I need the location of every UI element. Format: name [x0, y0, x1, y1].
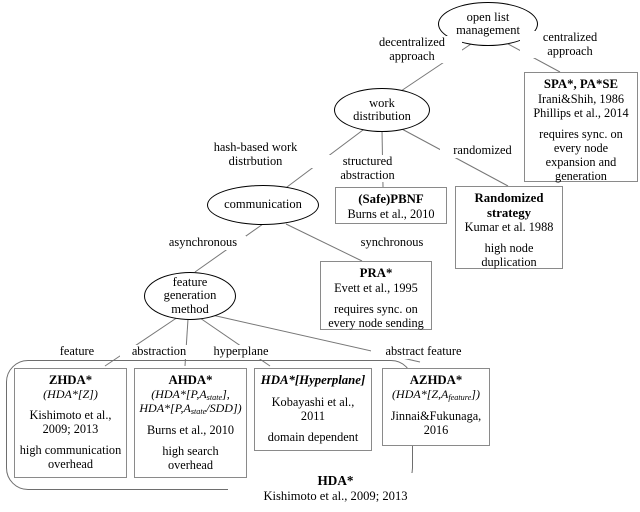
edge-label-structured-line2: abstraction	[340, 167, 395, 182]
box-zhda-note2: overhead	[47, 457, 94, 472]
box-hyperplane-ref1: Kobayashi et al.,	[271, 394, 355, 409]
box-azhda-alias-pre: (HDA*[Z,A	[392, 386, 449, 401]
box-zhda-alias: (HDA*[Z])	[43, 386, 98, 401]
box-zhda-ref1: Kishimoto et al.,	[29, 408, 112, 423]
box-azhda-ref1: Jinnai&Fukunaga,	[390, 408, 482, 423]
box-ahda-alias-post1: ],	[222, 386, 230, 401]
box-randomized-strategy[interactable]: Randomized strategy Kumar et al. 1988 hi…	[455, 186, 563, 269]
box-spa-note4: generation	[555, 168, 607, 183]
edge-label-centralized-line1: centralized	[542, 30, 598, 44]
hda-group-title: HDA*	[317, 473, 354, 488]
box-ahda-alias-pre1: (HDA*[P,A	[151, 386, 207, 401]
box-safe-pbnf[interactable]: (Safe)PBNF Burns et al., 2010	[335, 187, 447, 224]
hda-group-label: HDA* Kishimoto et al., 2009; 2013	[228, 473, 443, 504]
edge-label-structured-abstraction: structured abstraction	[320, 154, 415, 183]
node-communication-line1: communication	[224, 197, 302, 212]
node-fgm-line2: generation	[163, 288, 217, 303]
edge-label-decentralized-line2: approach	[389, 48, 435, 63]
node-open-list-management-line1: open list	[466, 9, 510, 24]
box-ahda-alias-post2: /SDD])	[206, 400, 242, 415]
edge-label-hyperplane-line1: hyperplane	[213, 344, 269, 358]
node-work-distribution-line2: distribution	[353, 109, 411, 123]
edge-fgm-to-hyperplane	[199, 317, 271, 367]
hda-group-ref: Kishimoto et al., 2009; 2013	[263, 488, 408, 503]
edge-label-feature: feature	[50, 344, 104, 359]
edge-label-randomized-line1: randomized	[453, 143, 512, 157]
box-ahda[interactable]: AHDA* (HDA*[P,Astate], HDA*[P,Astate/SDD…	[134, 368, 247, 478]
box-randomized-note1: high node	[484, 241, 534, 256]
box-spa-note1: requires sync. on	[539, 126, 623, 141]
edge-label-centralized: centralized approach	[520, 30, 620, 59]
box-azhda-alias: (HDA*[Z,Afeature])	[392, 386, 480, 402]
edge-label-randomized: randomized	[440, 143, 525, 158]
box-spa-ref1: Irani&Shih, 1986	[537, 91, 625, 106]
box-spa-pase[interactable]: SPA*, PA*SE Irani&Shih, 1986 Phillips et…	[524, 72, 638, 183]
box-spa-ref2: Phillips et al., 2014	[533, 105, 629, 120]
edge-fgm-to-zhda	[104, 316, 179, 367]
node-open-list-management-line2: management	[456, 23, 520, 37]
box-randomized-title2: strategy	[486, 205, 532, 220]
edge-label-synchronous: synchronous	[350, 235, 434, 250]
edge-label-centralized-line2: approach	[547, 43, 593, 58]
edge-label-hash-based-line1: hash-based work	[213, 140, 298, 154]
box-zhda-ref2: 2009; 2013	[42, 422, 99, 437]
box-spa-note3: expansion and	[545, 154, 617, 169]
box-azhda-title: AZHDA*	[409, 373, 463, 387]
box-ahda-alias-line1: (HDA*[P,Astate],	[151, 386, 230, 402]
box-pra-note2: every node sending	[328, 315, 424, 330]
node-fgm-line1: feature	[172, 274, 208, 289]
box-safepbnf-title: (Safe)PBNF	[358, 192, 424, 206]
box-hyperplane-title: HDA*[Hyperplane]	[260, 373, 366, 387]
edge-label-abstract-feature-line1: abstract feature	[385, 344, 462, 358]
edge-label-asynchronous-line1: asynchronous	[168, 235, 238, 249]
node-work-distribution[interactable]: work distribution	[334, 88, 430, 132]
box-randomized-note2: duplication	[481, 255, 537, 270]
box-ahda-alias-line2: HDA*[P,Astate/SDD])	[139, 400, 242, 416]
box-hda-hyperplane[interactable]: HDA*[Hyperplane] Kobayashi et al., 2011 …	[254, 368, 372, 451]
box-pra-note1: requires sync. on	[334, 301, 418, 316]
box-zhda[interactable]: ZHDA* (HDA*[Z]) Kishimoto et al., 2009; …	[14, 368, 127, 478]
box-safepbnf-ref1: Burns et al., 2010	[347, 206, 435, 221]
box-randomized-ref1: Kumar et al. 1988	[464, 220, 554, 235]
box-azhda-ref2: 2016	[423, 422, 449, 437]
box-pra[interactable]: PRA* Evett et al., 1995 requires sync. o…	[320, 261, 432, 330]
edge-label-structured-line1: structured	[342, 154, 393, 168]
edge-fgm-to-ahda	[184, 318, 189, 367]
box-ahda-alias-sub2: state	[190, 406, 207, 416]
box-pra-title: PRA*	[359, 266, 393, 280]
edge-label-asynchronous: asynchronous	[160, 235, 246, 250]
edge-label-hash-based-line2: distrbution	[228, 153, 283, 168]
box-hyperplane-ref2: 2011	[300, 408, 326, 423]
box-spa-note2: every node	[553, 140, 609, 155]
box-ahda-note1: high search	[162, 443, 219, 458]
edge-label-hash-based: hash-based work distrbution	[183, 140, 328, 169]
node-feature-generation-method[interactable]: feature generation method	[144, 272, 236, 320]
box-ahda-alias-pre2: HDA*[P,A	[139, 400, 191, 415]
node-work-distribution-line1: work	[369, 95, 395, 110]
box-azhda-alias-sub: feature	[448, 392, 472, 402]
box-zhda-title: ZHDA*	[48, 373, 93, 387]
box-ahda-title: AHDA*	[168, 373, 213, 387]
edge-label-hyperplane: hyperplane	[203, 344, 279, 359]
edge-label-decentralized-line1: decentralized	[378, 35, 446, 49]
edge-label-decentralized: decentralized approach	[362, 35, 462, 64]
box-spa-title: SPA*, PA*SE	[543, 77, 619, 91]
box-randomized-title1: Randomized	[474, 191, 544, 205]
edge-label-abstraction-line1: abstraction	[131, 344, 187, 358]
box-zhda-note1: high communication	[19, 443, 122, 458]
edge-label-abstract-feature: abstract feature	[371, 344, 476, 359]
node-communication[interactable]: communication	[207, 185, 319, 225]
edge-label-abstraction: abstraction	[120, 344, 198, 359]
node-fgm-line3: method	[171, 301, 209, 316]
box-ahda-note2: overhead	[167, 457, 214, 472]
box-pra-ref1: Evett et al., 1995	[334, 280, 418, 295]
edge-label-feature-line1: feature	[59, 344, 95, 358]
box-ahda-ref1: Burns et al., 2010	[146, 422, 235, 437]
box-azhda-alias-post: ])	[471, 386, 480, 401]
diagram-canvas: HDA* Kishimoto et al., 2009; 2013 open l…	[0, 0, 640, 512]
edge-label-synchronous-line1: synchronous	[360, 235, 424, 249]
box-azhda[interactable]: AZHDA* (HDA*[Z,Afeature]) Jinnai&Fukunag…	[382, 368, 490, 446]
box-hyperplane-note1: domain dependent	[267, 429, 359, 444]
